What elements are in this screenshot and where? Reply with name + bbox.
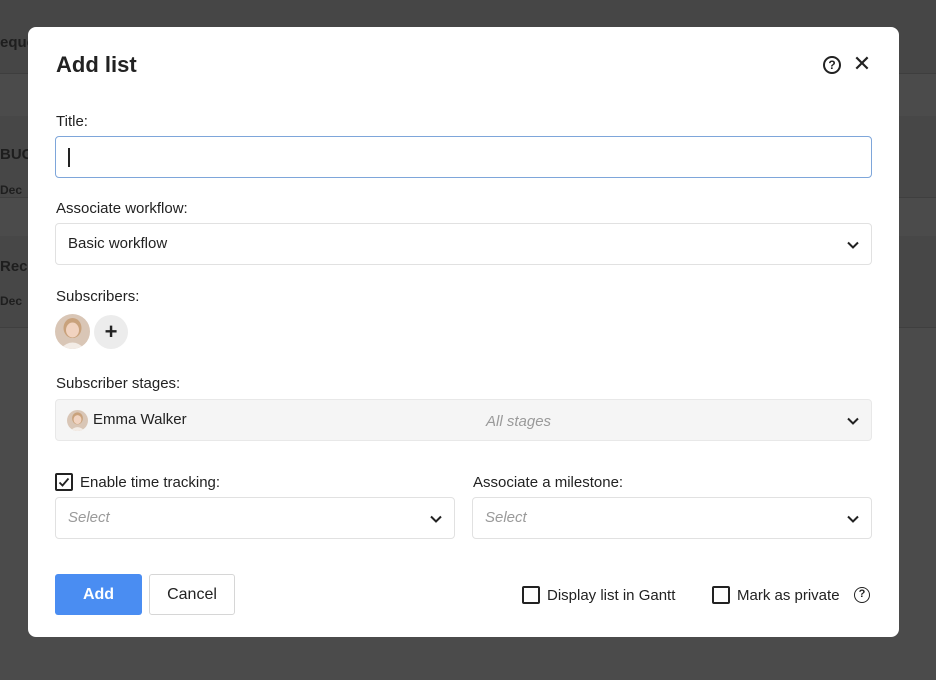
gantt-label: Display list in Gantt — [547, 587, 676, 604]
background-card-date: Dec — [0, 294, 23, 308]
milestone-placeholder: Select — [485, 509, 527, 526]
cancel-button[interactable]: Cancel — [149, 574, 235, 615]
private-help-icon[interactable]: ? — [854, 587, 870, 603]
help-icon[interactable]: ? — [823, 56, 841, 74]
title-input[interactable] — [55, 136, 872, 178]
add-list-dialog: Add list ? ✕ Title: Associate workflow: … — [28, 27, 899, 637]
chevron-down-icon — [429, 512, 443, 526]
workflow-label: Associate workflow: — [56, 200, 188, 217]
chevron-down-icon[interactable] — [846, 414, 860, 428]
workflow-value: Basic workflow — [68, 235, 168, 252]
subscriber-avatar-small — [67, 410, 88, 431]
dialog-title: Add list — [56, 52, 137, 77]
time-tracking-label: Enable time tracking: — [80, 474, 221, 491]
chevron-down-icon — [846, 512, 860, 526]
time-tracking-select[interactable]: Select — [55, 497, 455, 539]
milestone-select[interactable]: Select — [472, 497, 872, 539]
close-icon[interactable]: ✕ — [852, 53, 872, 75]
workflow-select[interactable]: Basic workflow — [55, 223, 872, 265]
title-label: Title: — [56, 113, 88, 130]
subscriber-avatar[interactable] — [55, 314, 90, 349]
subscribers-label: Subscribers: — [56, 288, 140, 305]
stages-select[interactable]: All stages — [486, 413, 551, 430]
chevron-down-icon — [846, 238, 860, 252]
background-card-title: Rec — [0, 258, 28, 275]
background-card-date: Dec — [0, 183, 23, 197]
subscriber-stages-label: Subscriber stages: — [56, 375, 181, 392]
private-checkbox[interactable] — [712, 586, 730, 604]
gantt-checkbox[interactable] — [522, 586, 540, 604]
subscriber-name: Emma Walker — [93, 411, 187, 428]
subscriber-stages-row: Emma Walker All stages — [55, 399, 872, 441]
time-tracking-checkbox[interactable] — [55, 473, 73, 491]
text-caret — [68, 148, 70, 167]
private-label: Mark as private — [737, 587, 840, 604]
add-button[interactable]: Add — [55, 574, 142, 615]
time-tracking-placeholder: Select — [68, 509, 110, 526]
add-subscriber-button[interactable]: + — [94, 315, 128, 349]
milestone-label: Associate a milestone: — [473, 474, 624, 491]
